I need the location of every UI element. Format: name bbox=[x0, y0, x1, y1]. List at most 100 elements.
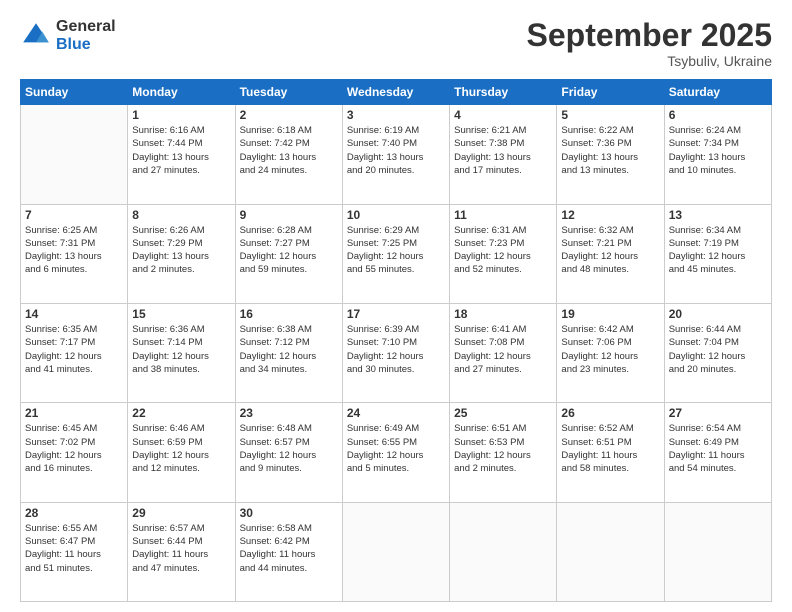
day-info: Sunrise: 6:46 AMSunset: 6:59 PMDaylight:… bbox=[132, 422, 230, 475]
day-info: Sunrise: 6:25 AMSunset: 7:31 PMDaylight:… bbox=[25, 224, 123, 277]
day-info-line: Sunrise: 6:21 AM bbox=[454, 124, 552, 137]
day-info-line: Sunrise: 6:31 AM bbox=[454, 224, 552, 237]
day-info-line: Daylight: 13 hours bbox=[132, 250, 230, 263]
day-info-line: Sunset: 7:12 PM bbox=[240, 336, 338, 349]
day-info-line: Daylight: 11 hours bbox=[669, 449, 767, 462]
calendar-cell: 25Sunrise: 6:51 AMSunset: 6:53 PMDayligh… bbox=[450, 403, 557, 502]
day-info-line: Sunrise: 6:32 AM bbox=[561, 224, 659, 237]
day-info-line: and 44 minutes. bbox=[240, 562, 338, 575]
day-info-line: Sunrise: 6:26 AM bbox=[132, 224, 230, 237]
calendar-cell: 28Sunrise: 6:55 AMSunset: 6:47 PMDayligh… bbox=[21, 502, 128, 601]
day-info-line: Sunset: 7:08 PM bbox=[454, 336, 552, 349]
day-info-line: and 58 minutes. bbox=[561, 462, 659, 475]
day-info: Sunrise: 6:22 AMSunset: 7:36 PMDaylight:… bbox=[561, 124, 659, 177]
day-info-line: Sunset: 7:10 PM bbox=[347, 336, 445, 349]
day-number: 5 bbox=[561, 108, 659, 122]
day-info-line: Sunrise: 6:38 AM bbox=[240, 323, 338, 336]
day-info-line: and 20 minutes. bbox=[347, 164, 445, 177]
day-info-line: Daylight: 12 hours bbox=[347, 449, 445, 462]
day-info-line: Sunrise: 6:57 AM bbox=[132, 522, 230, 535]
day-info: Sunrise: 6:31 AMSunset: 7:23 PMDaylight:… bbox=[454, 224, 552, 277]
day-info-line: Sunset: 7:17 PM bbox=[25, 336, 123, 349]
day-info-line: Daylight: 12 hours bbox=[25, 350, 123, 363]
location-subtitle: Tsybuliv, Ukraine bbox=[527, 53, 772, 69]
day-info: Sunrise: 6:48 AMSunset: 6:57 PMDaylight:… bbox=[240, 422, 338, 475]
col-header-wednesday: Wednesday bbox=[342, 80, 449, 105]
week-row-4: 21 Sunrise: 6:45 AMSunset: 7:02 PMDayligh… bbox=[21, 403, 772, 502]
calendar-cell bbox=[557, 502, 664, 601]
day-info-line: Sunrise: 6:46 AM bbox=[132, 422, 230, 435]
day-info-line: Sunset: 7:29 PM bbox=[132, 237, 230, 250]
calendar-cell bbox=[21, 105, 128, 204]
calendar-cell: 23Sunrise: 6:48 AMSunset: 6:57 PMDayligh… bbox=[235, 403, 342, 502]
col-header-thursday: Thursday bbox=[450, 80, 557, 105]
day-info: Sunrise: 6:19 AMSunset: 7:40 PMDaylight:… bbox=[347, 124, 445, 177]
day-info-line: and 16 minutes. bbox=[25, 462, 123, 475]
day-info: Sunrise: 6:34 AMSunset: 7:19 PMDaylight:… bbox=[669, 224, 767, 277]
day-number: 10 bbox=[347, 208, 445, 222]
day-info: Sunrise: 6:39 AMSunset: 7:10 PMDaylight:… bbox=[347, 323, 445, 376]
calendar-header-row: SundayMondayTuesdayWednesdayThursdayFrid… bbox=[21, 80, 772, 105]
calendar-cell: 5 Sunrise: 6:22 AMSunset: 7:36 PMDaylight… bbox=[557, 105, 664, 204]
logo-icon bbox=[20, 20, 52, 52]
calendar-cell: 6 Sunrise: 6:24 AMSunset: 7:34 PMDaylight… bbox=[664, 105, 771, 204]
day-info-line: Daylight: 13 hours bbox=[240, 151, 338, 164]
day-info-line: Sunset: 6:51 PM bbox=[561, 436, 659, 449]
day-number: 20 bbox=[669, 307, 767, 321]
day-info-line: Daylight: 13 hours bbox=[25, 250, 123, 263]
day-info: Sunrise: 6:41 AMSunset: 7:08 PMDaylight:… bbox=[454, 323, 552, 376]
day-info-line: Sunset: 7:21 PM bbox=[561, 237, 659, 250]
day-info-line: Sunset: 7:14 PM bbox=[132, 336, 230, 349]
day-info-line: Sunset: 7:25 PM bbox=[347, 237, 445, 250]
calendar-cell: 1Sunrise: 6:16 AMSunset: 7:44 PMDaylight… bbox=[128, 105, 235, 204]
calendar-cell: 17Sunrise: 6:39 AMSunset: 7:10 PMDayligh… bbox=[342, 303, 449, 402]
day-info-line: Daylight: 12 hours bbox=[669, 250, 767, 263]
day-number: 21 bbox=[25, 406, 123, 420]
day-info-line: and 2 minutes. bbox=[454, 462, 552, 475]
day-number: 6 bbox=[669, 108, 767, 122]
day-info-line: Daylight: 12 hours bbox=[669, 350, 767, 363]
day-info-line: and 38 minutes. bbox=[132, 363, 230, 376]
day-info-line: Sunset: 6:47 PM bbox=[25, 535, 123, 548]
day-info-line: Sunrise: 6:49 AM bbox=[347, 422, 445, 435]
day-number: 18 bbox=[454, 307, 552, 321]
day-info: Sunrise: 6:45 AMSunset: 7:02 PMDaylight:… bbox=[25, 422, 123, 475]
day-info-line: Sunset: 7:44 PM bbox=[132, 137, 230, 150]
day-info-line: Sunrise: 6:51 AM bbox=[454, 422, 552, 435]
day-info-line: and 17 minutes. bbox=[454, 164, 552, 177]
day-info-line: and 55 minutes. bbox=[347, 263, 445, 276]
day-info-line: Daylight: 11 hours bbox=[561, 449, 659, 462]
day-info-line: Sunrise: 6:35 AM bbox=[25, 323, 123, 336]
calendar-cell: 2 Sunrise: 6:18 AMSunset: 7:42 PMDaylight… bbox=[235, 105, 342, 204]
day-info-line: and 2 minutes. bbox=[132, 263, 230, 276]
day-info: Sunrise: 6:18 AMSunset: 7:42 PMDaylight:… bbox=[240, 124, 338, 177]
day-info-line: Sunrise: 6:52 AM bbox=[561, 422, 659, 435]
day-number: 2 bbox=[240, 108, 338, 122]
day-info-line: Daylight: 13 hours bbox=[132, 151, 230, 164]
calendar-table: SundayMondayTuesdayWednesdayThursdayFrid… bbox=[20, 79, 772, 602]
day-info-line: Sunrise: 6:42 AM bbox=[561, 323, 659, 336]
day-info: Sunrise: 6:24 AMSunset: 7:34 PMDaylight:… bbox=[669, 124, 767, 177]
day-number: 28 bbox=[25, 506, 123, 520]
day-info: Sunrise: 6:36 AMSunset: 7:14 PMDaylight:… bbox=[132, 323, 230, 376]
header: General Blue September 2025 Tsybuliv, Uk… bbox=[20, 18, 772, 69]
calendar-cell: 27Sunrise: 6:54 AMSunset: 6:49 PMDayligh… bbox=[664, 403, 771, 502]
day-info-line: Daylight: 12 hours bbox=[25, 449, 123, 462]
day-info-line: Sunrise: 6:54 AM bbox=[669, 422, 767, 435]
day-number: 1 bbox=[132, 108, 230, 122]
day-info: Sunrise: 6:42 AMSunset: 7:06 PMDaylight:… bbox=[561, 323, 659, 376]
day-number: 27 bbox=[669, 406, 767, 420]
day-info-line: and 41 minutes. bbox=[25, 363, 123, 376]
day-info-line: Daylight: 12 hours bbox=[454, 250, 552, 263]
calendar-cell: 19Sunrise: 6:42 AMSunset: 7:06 PMDayligh… bbox=[557, 303, 664, 402]
week-row-5: 28Sunrise: 6:55 AMSunset: 6:47 PMDayligh… bbox=[21, 502, 772, 601]
week-row-3: 14Sunrise: 6:35 AMSunset: 7:17 PMDayligh… bbox=[21, 303, 772, 402]
day-info-line: Daylight: 13 hours bbox=[561, 151, 659, 164]
day-number: 22 bbox=[132, 406, 230, 420]
calendar-cell: 7Sunrise: 6:25 AMSunset: 7:31 PMDaylight… bbox=[21, 204, 128, 303]
logo: General Blue bbox=[20, 18, 116, 53]
day-info-line: Sunset: 6:55 PM bbox=[347, 436, 445, 449]
day-number: 13 bbox=[669, 208, 767, 222]
day-info-line: Daylight: 12 hours bbox=[454, 350, 552, 363]
day-info-line: and 54 minutes. bbox=[669, 462, 767, 475]
